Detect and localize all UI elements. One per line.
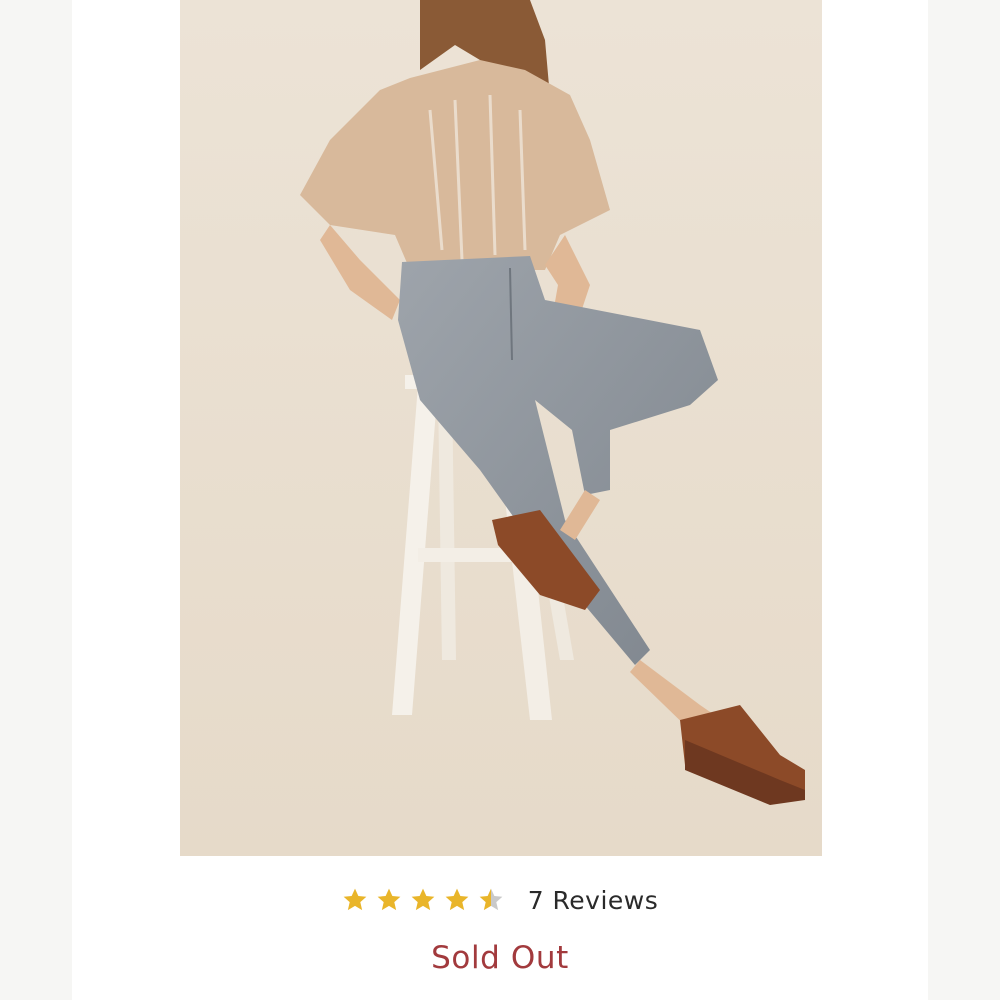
- star-icon: [445, 888, 469, 911]
- product-page: 7 Reviews Sold Out: [0, 0, 1000, 1000]
- sold-out-label: Sold Out: [431, 940, 569, 976]
- rating-row: 7 Reviews: [0, 878, 1000, 922]
- left-margin: [0, 0, 72, 1000]
- star-icon: [411, 888, 435, 911]
- right-margin: [928, 0, 1000, 1000]
- star-icon: [377, 888, 401, 911]
- star-icon: [343, 888, 367, 911]
- reviews-link[interactable]: 7 Reviews: [528, 886, 659, 915]
- half-star-icon: [479, 888, 503, 911]
- product-image[interactable]: [180, 0, 822, 856]
- star-rating[interactable]: [342, 887, 504, 913]
